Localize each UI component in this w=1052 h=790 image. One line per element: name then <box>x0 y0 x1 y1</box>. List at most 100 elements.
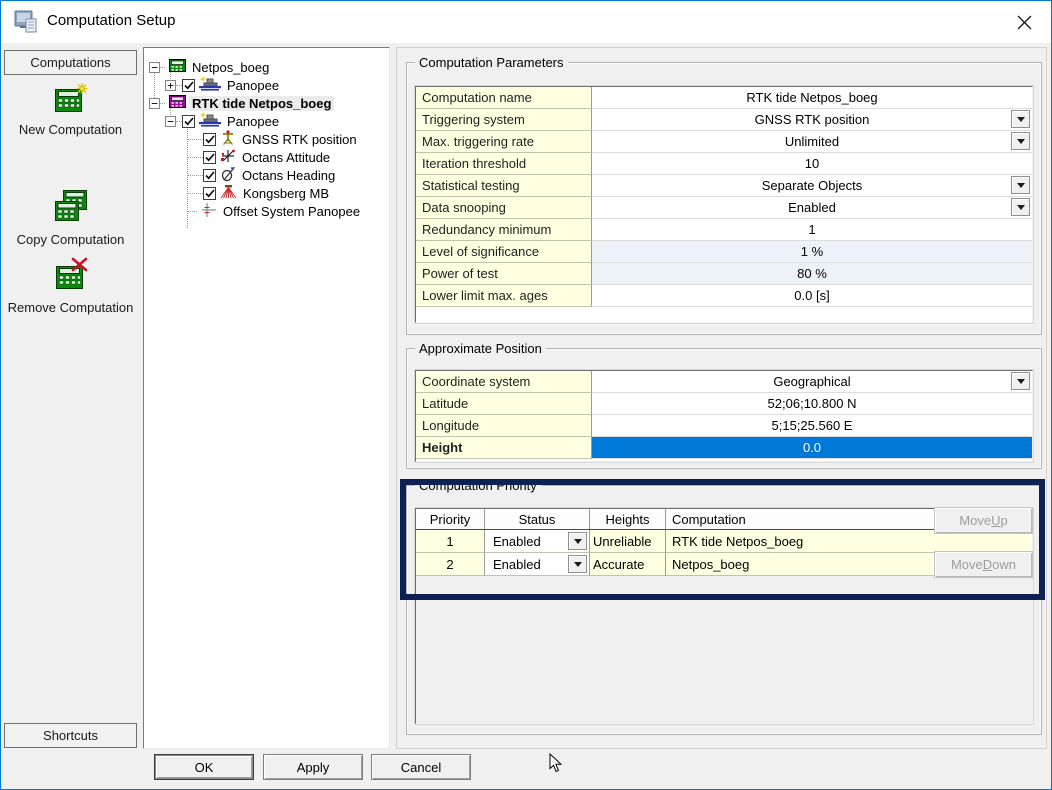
expander-icon[interactable]: + <box>165 80 176 91</box>
tree-item-octans-heading[interactable]: Octans Heading <box>144 166 389 184</box>
remove-computation-icon <box>53 257 89 293</box>
table-row: Latitude 52;06;10.800 N <box>416 393 1032 415</box>
copy-computation-button[interactable]: Copy Computation <box>3 189 138 247</box>
tree-item-label: Panopee <box>224 78 282 93</box>
move-up-button[interactable]: Move Up <box>934 507 1033 534</box>
apply-button[interactable]: Apply <box>263 754 363 780</box>
status-dropdown[interactable]: Enabled <box>485 553 590 576</box>
table-row: Iteration threshold 10 <box>416 153 1032 175</box>
dropdown-arrow-icon[interactable] <box>1011 176 1030 194</box>
multibeam-icon <box>220 184 237 202</box>
computation-purple-icon <box>169 95 186 111</box>
checkbox-checked[interactable] <box>203 187 216 200</box>
height-field-selected[interactable]: 0.0 <box>592 437 1032 459</box>
close-button[interactable] <box>1001 3 1047 41</box>
computation-setup-dialog: Computation Setup Computations <box>0 0 1052 790</box>
heading-icon <box>220 166 236 185</box>
table-row: Statistical testing Separate Objects <box>416 175 1032 197</box>
new-computation-label: New Computation <box>3 122 138 137</box>
status-dropdown[interactable]: Enabled <box>485 530 590 553</box>
remove-computation-label: Remove Computation <box>3 300 138 315</box>
move-down-button[interactable]: Move Down <box>934 551 1033 578</box>
table-row: Height 0.0 <box>416 437 1032 459</box>
tree-item-netpos-boeg[interactable]: − Netpos_boeg <box>144 58 389 76</box>
redundancy-minimum-field[interactable]: 1 <box>592 219 1032 241</box>
sidebar: Computations New Computation <box>3 47 138 749</box>
tree-item-label: Kongsberg MB <box>240 186 332 201</box>
table-row: Power of test 80 % <box>416 263 1032 285</box>
dropdown-arrow-icon[interactable] <box>568 555 587 573</box>
computations-tab[interactable]: Computations <box>4 50 137 75</box>
table-row: Coordinate system Geographical <box>416 371 1032 393</box>
new-computation-icon <box>53 83 89 115</box>
tree-item-label: Netpos_boeg <box>189 60 272 75</box>
table-row: Max. triggering rate Unlimited <box>416 131 1032 153</box>
offset-system-icon <box>201 202 217 221</box>
expander-icon[interactable]: − <box>165 116 176 127</box>
title-bar: Computation Setup <box>1 1 1051 43</box>
lower-limit-max-ages-field[interactable]: 0.0 [s] <box>592 285 1032 307</box>
table-row: Lower limit max. ages 0.0 [s] <box>416 285 1032 307</box>
settings-panel: Computation Parameters Computation name … <box>396 47 1047 749</box>
tree-item-kongsberg-mb[interactable]: Kongsberg MB <box>144 184 389 202</box>
tree-item-label-selected: RTK tide Netpos_boeg <box>189 96 334 111</box>
checkbox-checked[interactable] <box>182 79 195 92</box>
dropdown-arrow-icon[interactable] <box>1011 110 1030 128</box>
attitude-icon <box>220 148 236 167</box>
tree-item-octans-attitude[interactable]: Octans Attitude <box>144 148 389 166</box>
computation-name-field[interactable]: RTK tide Netpos_boeg <box>592 87 1032 109</box>
coordinate-system-dropdown[interactable]: Geographical <box>592 371 1032 393</box>
cancel-button[interactable]: Cancel <box>371 754 471 780</box>
tree-item-label: GNSS RTK position <box>239 132 360 147</box>
tree-item-gnss-rtk-position[interactable]: GNSS RTK position <box>144 130 389 148</box>
group-title: Approximate Position <box>415 341 546 356</box>
expander-icon[interactable]: − <box>149 98 160 109</box>
computation-priority-table: Priority Status Heights Computation 1 En… <box>415 508 1033 724</box>
level-of-significance-field: 1 % <box>592 241 1032 263</box>
power-of-test-field: 80 % <box>592 263 1032 285</box>
remove-computation-button[interactable]: Remove Computation <box>3 257 138 315</box>
tree-item-offset-system-panopee[interactable]: Offset System Panopee <box>144 202 389 220</box>
copy-computation-icon <box>53 189 89 225</box>
copy-computation-label: Copy Computation <box>3 232 138 247</box>
vessel-icon <box>199 76 221 94</box>
table-row: Data snooping Enabled <box>416 197 1032 219</box>
statistical-testing-dropdown[interactable]: Separate Objects <box>592 175 1032 197</box>
table-row: Triggering system GNSS RTK position <box>416 109 1032 131</box>
tree-item-rtk-tide-netpos-boeg[interactable]: − RTK tide Netpos_boeg <box>144 94 389 112</box>
app-icon <box>14 10 38 38</box>
table-row: Redundancy minimum 1 <box>416 219 1032 241</box>
checkbox-checked[interactable] <box>203 133 216 146</box>
dropdown-arrow-icon[interactable] <box>1011 132 1030 150</box>
tree-item-label: Octans Heading <box>239 168 338 183</box>
iteration-threshold-field[interactable]: 10 <box>592 153 1032 175</box>
latitude-field[interactable]: 52;06;10.800 N <box>592 393 1032 415</box>
max-triggering-rate-dropdown[interactable]: Unlimited <box>592 131 1032 153</box>
dropdown-arrow-icon[interactable] <box>568 532 587 550</box>
dropdown-arrow-icon[interactable] <box>1011 372 1030 390</box>
checkbox-checked[interactable] <box>203 151 216 164</box>
ok-button[interactable]: OK <box>154 754 254 780</box>
table-row: Level of significance 1 % <box>416 241 1032 263</box>
table-row: Longitude 5;15;25.560 E <box>416 415 1032 437</box>
table-row: Computation name RTK tide Netpos_boeg <box>416 87 1032 109</box>
triggering-system-dropdown[interactable]: GNSS RTK position <box>592 109 1032 131</box>
gnss-antenna-icon <box>220 130 236 149</box>
shortcuts-tab[interactable]: Shortcuts <box>4 723 137 748</box>
checkbox-checked[interactable] <box>203 169 216 182</box>
new-computation-button[interactable]: New Computation <box>3 83 138 137</box>
tree-item-panopee-1[interactable]: + Panopee <box>144 76 389 94</box>
tree-item-label: Offset System Panopee <box>220 204 363 219</box>
mouse-cursor <box>549 753 562 778</box>
tree-item-panopee-2[interactable]: − Panopee <box>144 112 389 130</box>
expander-icon[interactable]: − <box>149 62 160 73</box>
vessel-icon <box>199 112 221 130</box>
data-snooping-dropdown[interactable]: Enabled <box>592 197 1032 219</box>
close-icon <box>1017 15 1032 30</box>
checkbox-checked[interactable] <box>182 115 195 128</box>
longitude-field[interactable]: 5;15;25.560 E <box>592 415 1032 437</box>
group-title: Computation Parameters <box>415 55 568 70</box>
dropdown-arrow-icon[interactable] <box>1011 198 1030 216</box>
group-title: Computation Priority <box>415 478 541 493</box>
computation-parameters-table: Computation name RTK tide Netpos_boeg Tr… <box>415 86 1033 323</box>
